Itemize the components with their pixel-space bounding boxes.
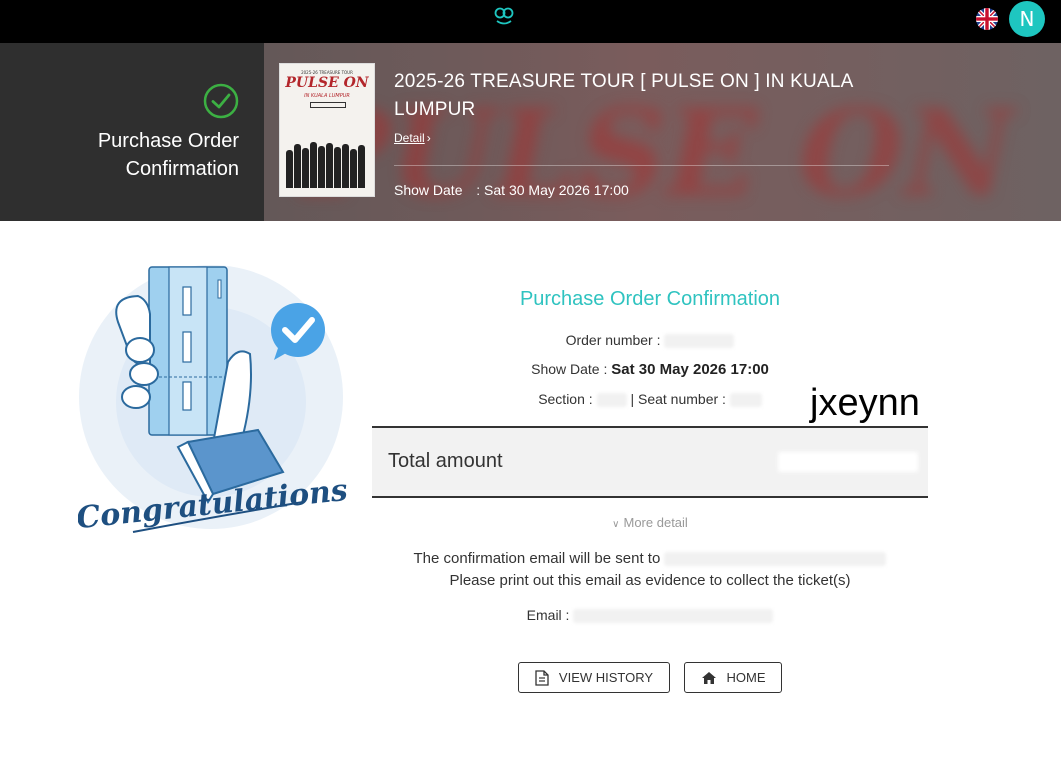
user-avatar[interactable]: N <box>1009 1 1045 37</box>
confirm-show-date-label: Show Date : <box>531 361 608 377</box>
confirm-show-date-value: Sat 30 May 2026 17:00 <box>611 361 769 378</box>
banner-show-date: Show Date : Sat 30 May 2026 17:00 <box>394 182 629 198</box>
home-icon <box>701 671 716 684</box>
total-amount-value-redacted <box>778 452 918 472</box>
page-title: Purchase Order Confirmation <box>97 130 239 180</box>
email-notice-text: The confirmation email will be sent to <box>413 550 661 567</box>
poster-title: PULSE ON <box>285 75 369 91</box>
more-detail-toggle[interactable]: ∨ More detail <box>372 515 928 530</box>
banner-status-panel: Purchase Order Confirmation <box>0 43 264 221</box>
brand-logo-icon[interactable] <box>491 5 517 27</box>
email-address-redacted <box>664 552 887 567</box>
email-notice-row: The confirmation email will be sent to <box>372 550 928 567</box>
email-row: Email : <box>372 607 928 624</box>
poster-venue-box <box>310 102 346 108</box>
total-amount-label: Total amount <box>388 450 503 472</box>
home-label: HOME <box>726 670 766 685</box>
banner-divider <box>394 165 889 166</box>
event-title: 2025-26 TREASURE TOUR [ PULSE ON ] IN KU… <box>394 71 853 120</box>
detail-link[interactable]: Detail › <box>394 131 431 145</box>
show-date-row: Show Date : Sat 30 May 2026 17:00 <box>372 361 928 378</box>
ticket-in-hand-icon: Congratulations <box>78 265 348 536</box>
email-value-redacted <box>573 609 774 624</box>
event-poster: 2025-26 TREASURE TOUR PULSE ON IN KUALA … <box>279 63 375 197</box>
view-history-label: VIEW HISTORY <box>558 670 654 685</box>
document-icon <box>535 669 549 686</box>
poster-subtitle: IN KUALA LUMPUR <box>304 93 350 99</box>
chevron-down-icon: ∨ <box>612 519 620 530</box>
show-date-label: Show Date <box>394 182 463 198</box>
email-label: Email : <box>526 607 570 623</box>
print-notice: Please print out this email as evidence … <box>449 572 851 589</box>
chevron-right-icon: › <box>426 131 431 145</box>
uk-flag-icon[interactable] <box>976 8 998 30</box>
top-bar: N <box>0 0 1061 43</box>
total-amount-box: Total amount <box>372 426 928 498</box>
poster-group-photo <box>284 138 372 188</box>
check-circle-icon <box>203 83 239 119</box>
order-number-row: Order number : <box>372 332 928 349</box>
home-button[interactable]: HOME <box>684 662 782 693</box>
section-label: Section : <box>538 391 593 407</box>
watermark-text: jxeynn <box>810 382 920 424</box>
order-number-label: Order number : <box>565 332 661 348</box>
seat-number-value-redacted <box>729 393 762 408</box>
section-value-redacted <box>596 393 627 408</box>
event-banner: PULSE ON Purchase Order Confirmation 202… <box>0 43 1061 221</box>
view-history-button[interactable]: VIEW HISTORY <box>518 662 670 693</box>
show-date-value: : Sat 30 May 2026 17:00 <box>476 182 629 198</box>
order-number-value-redacted <box>664 334 735 349</box>
seat-number-label: | Seat number : <box>630 391 726 407</box>
confirmation-title: Purchase Order Confirmation <box>519 288 781 310</box>
